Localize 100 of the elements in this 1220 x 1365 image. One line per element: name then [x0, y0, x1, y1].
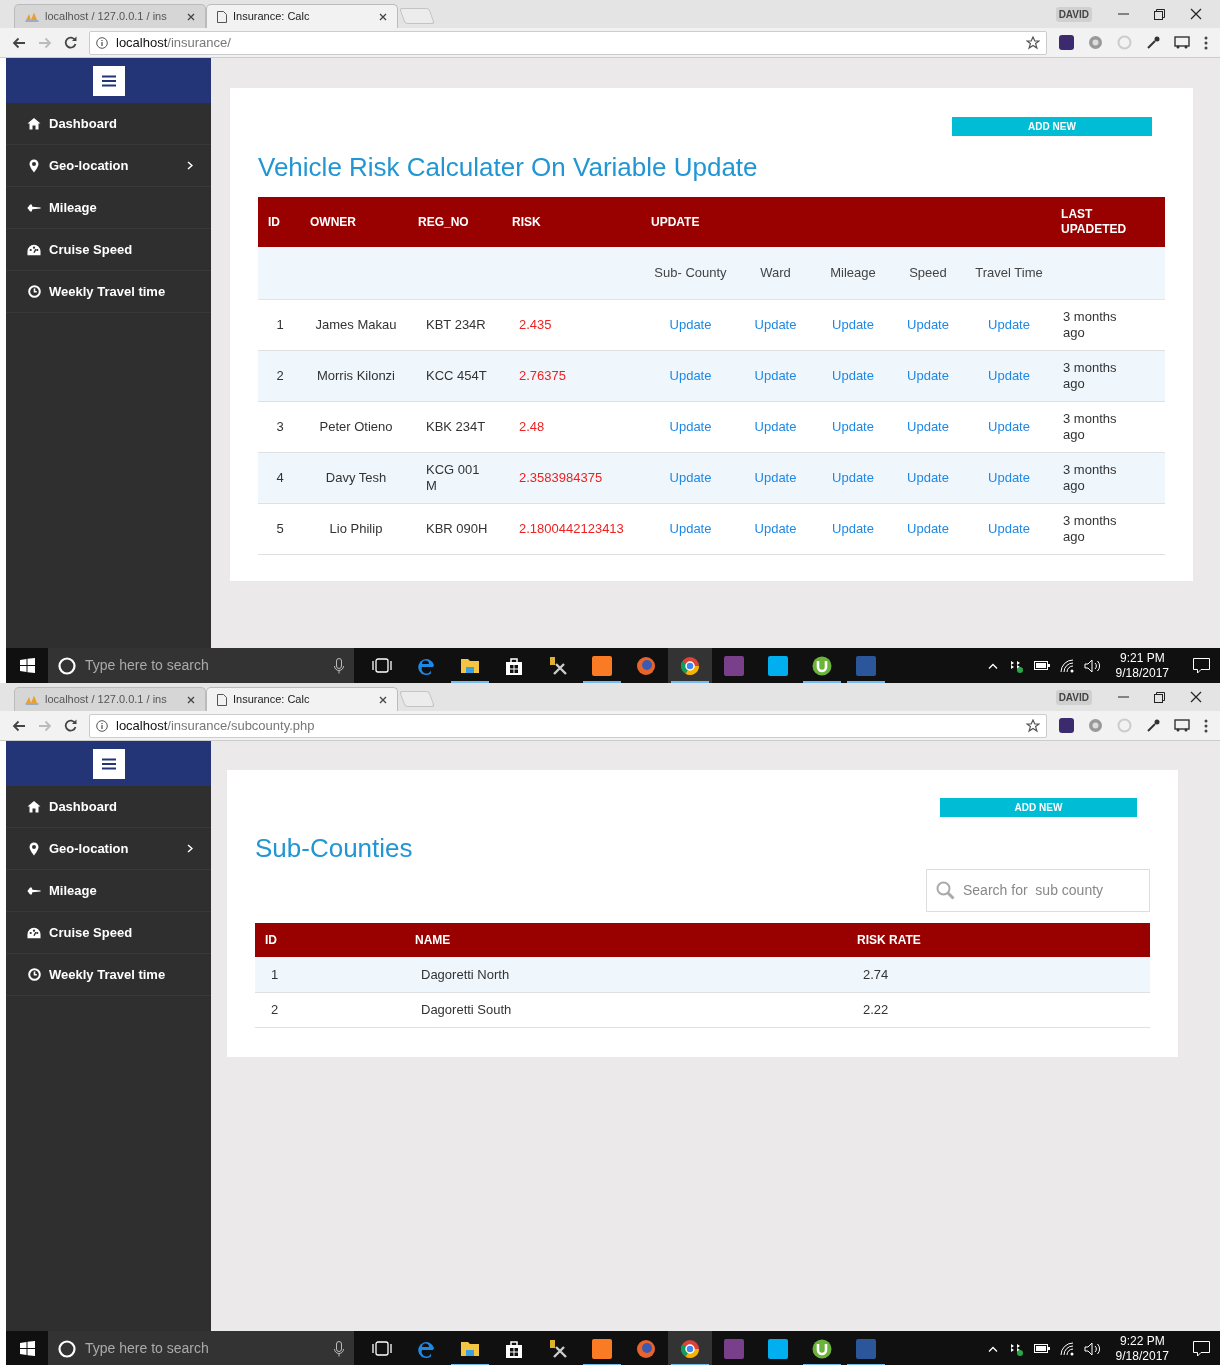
browser-tab[interactable]: Insurance: Calc [206, 4, 398, 28]
update-link[interactable]: Update [832, 365, 874, 386]
update-link[interactable]: Update [988, 416, 1030, 437]
close-icon[interactable] [187, 695, 195, 704]
document-app-icon[interactable] [856, 1338, 876, 1359]
profile-name[interactable]: DAVID [1055, 689, 1092, 705]
reload-icon[interactable] [64, 36, 77, 49]
close-icon[interactable] [379, 695, 387, 704]
update-link[interactable]: Update [832, 416, 874, 437]
sidebar-item[interactable]: Dashboard [6, 786, 211, 828]
windows-logo-icon[interactable] [19, 658, 35, 673]
eyedropper-icon[interactable] [1146, 718, 1160, 733]
update-link[interactable]: Update [669, 518, 712, 539]
microphone-icon[interactable] [334, 1340, 344, 1357]
sidebar-item[interactable]: Mileage [6, 187, 211, 229]
update-link[interactable]: Update [988, 314, 1030, 335]
update-link[interactable]: Update [754, 518, 797, 539]
update-link[interactable]: Update [669, 467, 712, 488]
cast-icon[interactable] [1174, 719, 1190, 732]
browser-icon[interactable] [680, 1338, 700, 1359]
tools-icon[interactable] [548, 655, 568, 676]
sidebar-item[interactable]: Geo-location [6, 145, 211, 187]
search-input[interactable]: Search for sub county [963, 880, 1140, 901]
info-icon[interactable] [96, 36, 108, 49]
taskbar-search-field[interactable]: Type here to search [48, 1331, 354, 1365]
update-link[interactable]: Update [907, 518, 949, 539]
update-link[interactable]: Update [754, 416, 797, 437]
windows-logo-icon[interactable] [19, 1341, 35, 1356]
update-link[interactable]: Update [832, 467, 874, 488]
update-link[interactable]: Update [669, 365, 712, 386]
globe-icon[interactable] [636, 655, 656, 676]
battery-icon[interactable] [1033, 661, 1050, 670]
address-bar[interactable]: localhost/insurance/subcounty.php [89, 713, 1047, 738]
browser-tab[interactable]: localhost / 127.0.0.1 / ins [14, 4, 206, 28]
close-icon[interactable] [1190, 691, 1202, 703]
star-icon[interactable] [1026, 35, 1040, 50]
chevron-up-icon[interactable] [987, 662, 998, 669]
chat-app-icon[interactable] [768, 655, 788, 676]
star-icon[interactable] [1026, 718, 1040, 733]
restore-icon[interactable] [1154, 691, 1165, 703]
notification-icon[interactable] [1193, 1340, 1210, 1357]
taskbar-search-input[interactable]: Type here to search [85, 1338, 325, 1359]
folder-icon[interactable] [460, 1340, 480, 1357]
wifi-icon[interactable] [1059, 658, 1074, 673]
search-field[interactable]: Search for sub county [926, 869, 1150, 912]
document-app-icon[interactable] [856, 655, 876, 676]
tools-icon[interactable] [548, 1338, 568, 1359]
sidebar-item[interactable]: Weekly Travel time [6, 954, 211, 996]
chat-app-icon[interactable] [768, 1338, 788, 1359]
wifi-icon[interactable] [1059, 1341, 1074, 1356]
folder-icon[interactable] [460, 657, 480, 674]
add-new-button[interactable]: ADD NEW [952, 117, 1152, 136]
speaker-icon[interactable] [1083, 1341, 1102, 1356]
chevron-up-icon[interactable] [987, 1345, 998, 1352]
speaker-icon[interactable] [1083, 658, 1102, 673]
browser-tab[interactable]: localhost / 127.0.0.1 / ins [14, 687, 206, 711]
reload-icon[interactable] [64, 719, 77, 732]
taskbar-search-input[interactable]: Type here to search [85, 655, 325, 676]
sidebar-item[interactable]: Cruise Speed [6, 229, 211, 271]
update-link[interactable]: Update [988, 518, 1030, 539]
update-link[interactable]: Update [907, 365, 949, 386]
menu-icon[interactable] [1204, 718, 1208, 733]
update-link[interactable]: Update [754, 467, 797, 488]
back-icon[interactable] [12, 36, 26, 49]
store-icon[interactable] [505, 1338, 523, 1359]
download-app-icon[interactable] [812, 655, 832, 676]
restore-icon[interactable] [1154, 8, 1165, 20]
close-icon[interactable] [1190, 8, 1202, 20]
sidebar-item[interactable]: Geo-location [6, 828, 211, 870]
notification-icon[interactable] [1193, 657, 1210, 674]
back-icon[interactable] [12, 719, 26, 732]
task-view-icon[interactable] [372, 658, 392, 673]
microphone-icon[interactable] [334, 657, 344, 674]
info-icon[interactable] [96, 719, 108, 732]
cast-icon[interactable] [1174, 36, 1190, 49]
menu-icon[interactable] [1204, 35, 1208, 50]
add-new-button[interactable]: ADD NEW [940, 798, 1137, 817]
address-bar[interactable]: localhost/insurance/ [89, 30, 1047, 55]
update-link[interactable]: Update [907, 467, 949, 488]
taskbar-search-field[interactable]: Type here to search [48, 648, 354, 683]
update-link[interactable]: Update [988, 467, 1030, 488]
close-icon[interactable] [379, 12, 387, 21]
close-icon[interactable] [187, 12, 195, 21]
update-link[interactable]: Update [832, 518, 874, 539]
sidebar-item[interactable]: Mileage [6, 870, 211, 912]
globe-icon[interactable] [636, 1338, 656, 1359]
sidebar-item[interactable]: Dashboard [6, 103, 211, 145]
menu-button[interactable] [92, 65, 125, 96]
update-link[interactable]: Update [669, 314, 712, 335]
update-link[interactable]: Update [832, 314, 874, 335]
update-link[interactable]: Update [907, 314, 949, 335]
eyedropper-icon[interactable] [1146, 35, 1160, 50]
update-link[interactable]: Update [754, 314, 797, 335]
menu-button[interactable] [92, 748, 125, 779]
update-link[interactable]: Update [988, 365, 1030, 386]
sidebar-item[interactable]: Cruise Speed [6, 912, 211, 954]
battery-icon[interactable] [1033, 1344, 1050, 1353]
store-icon[interactable] [505, 655, 523, 676]
browser-icon[interactable] [680, 655, 700, 676]
update-link[interactable]: Update [669, 416, 712, 437]
